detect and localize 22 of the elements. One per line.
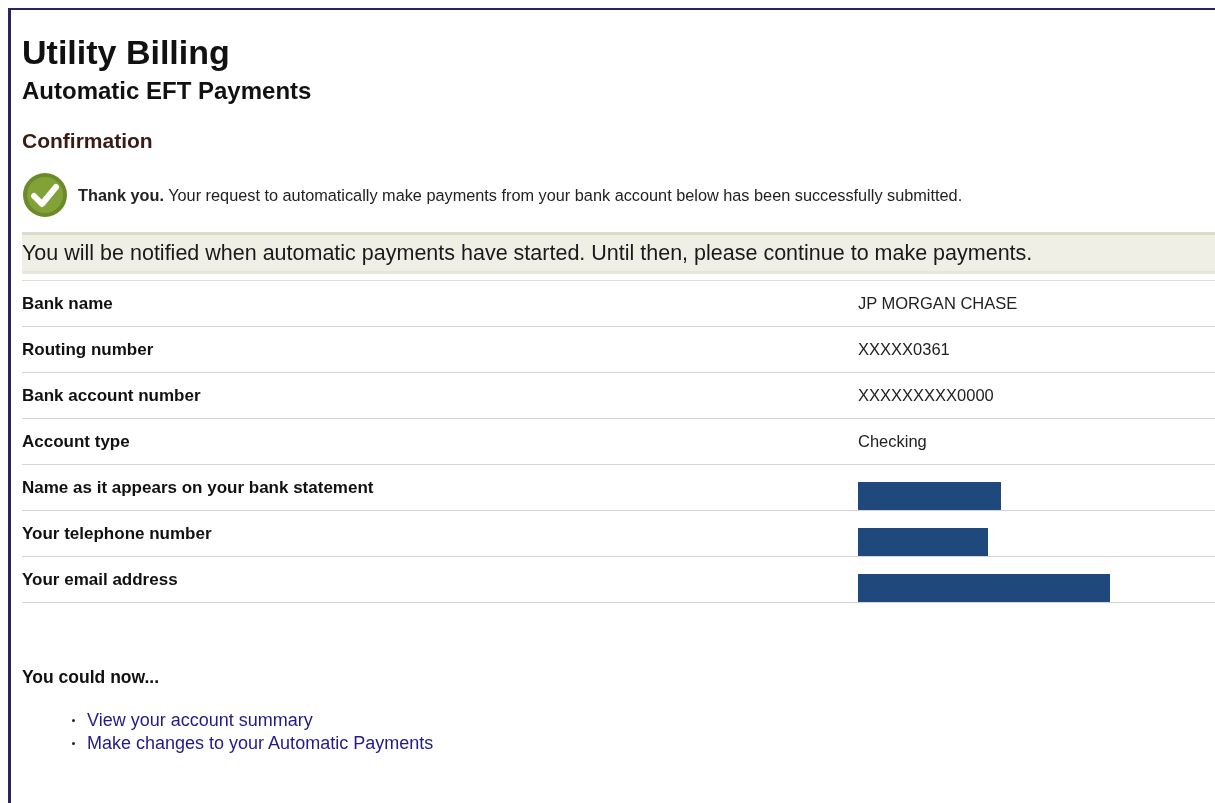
detail-label: Your email address <box>22 569 178 590</box>
detail-value: Checking <box>858 432 927 451</box>
checkmark-icon <box>22 172 68 218</box>
detail-label: Your telephone number <box>22 523 212 544</box>
next-steps-heading: You could now... <box>22 667 160 688</box>
notice-banner: You will be notified when automatic payments have started. Until then, please continue to make payments. <box>22 232 1215 274</box>
page-subtitle: Automatic EFT Payments <box>22 76 312 106</box>
detail-label: Account type <box>22 431 130 452</box>
detail-value: JP MORGAN CHASE <box>858 294 1018 313</box>
action-link[interactable]: View your account summary <box>87 710 313 731</box>
detail-label: Bank name <box>22 293 113 314</box>
confirmation-message: Thank you. Your request to automatically make payments from your bank account below has been successfully submitted. <box>78 185 963 205</box>
detail-label: Routing number <box>22 339 154 360</box>
detail-value: XXXXXXXXX0000 <box>858 386 994 405</box>
detail-value: XXXXX0361 <box>858 340 950 359</box>
action-link[interactable]: Make changes to your Automatic Payments <box>87 733 434 754</box>
page-title: Utility Billing <box>22 32 230 72</box>
detail-label: Name as it appears on your bank statement <box>22 477 374 498</box>
detail-label: Bank account number <box>22 385 201 406</box>
bullet-icon <box>72 719 75 722</box>
section-heading: Confirmation <box>22 128 153 154</box>
bullet-icon <box>72 742 75 745</box>
